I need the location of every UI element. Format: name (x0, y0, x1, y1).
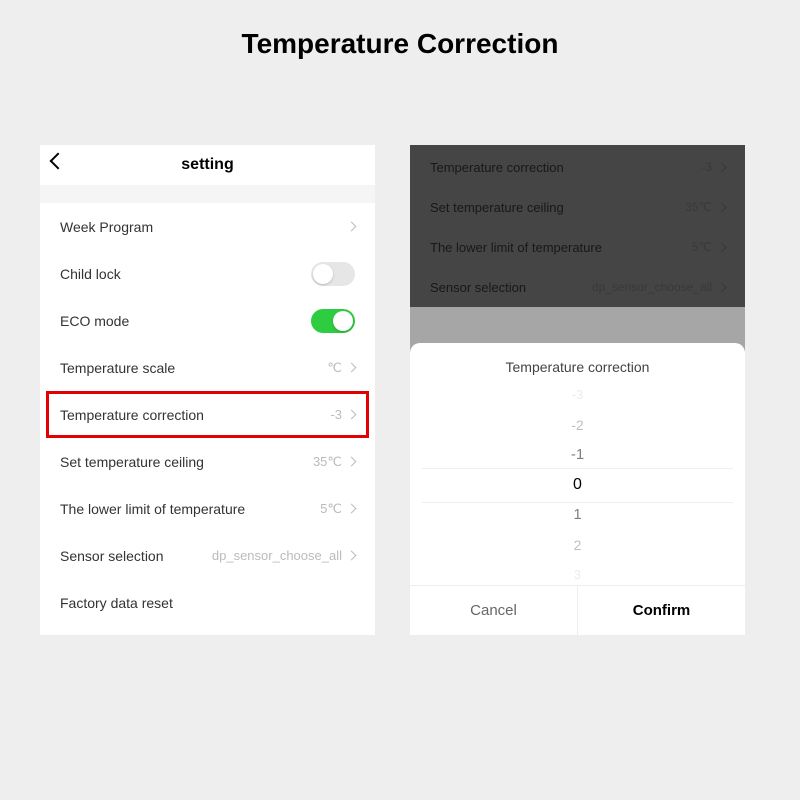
label-factory-reset: Factory data reset (60, 595, 355, 611)
label-temperature-scale: Temperature scale (60, 360, 327, 376)
row-week-program[interactable]: Week Program (40, 203, 375, 250)
section-separator (40, 185, 375, 203)
settings-list: Week Program Child lock ECO mode Tempera… (40, 203, 375, 626)
label-lower-limit: The lower limit of temperature (60, 501, 320, 517)
row-child-lock[interactable]: Child lock (40, 250, 375, 297)
picker-sheet: Temperature correction -3 -2 -1 0 1 2 3 … (410, 343, 745, 635)
picker-option[interactable]: -2 (571, 410, 583, 440)
toggle-child-lock[interactable] (311, 262, 355, 286)
row-lower-limit[interactable]: The lower limit of temperature 5℃ (40, 485, 375, 532)
toggle-eco-mode[interactable] (311, 309, 355, 333)
chevron-right-icon (347, 222, 357, 232)
value-temperature-scale: ℃ (327, 360, 342, 376)
picker-option-selected[interactable]: 0 (573, 470, 582, 500)
chevron-right-icon (347, 504, 357, 514)
value-lower-limit: 5℃ (320, 501, 342, 517)
label-temperature-correction: Temperature correction (60, 407, 330, 423)
picker-option[interactable]: 1 (573, 500, 581, 530)
value-temperature-ceiling: 35℃ (313, 454, 342, 470)
row-eco-mode[interactable]: ECO mode (40, 297, 375, 344)
value-sensor-selection: dp_sensor_choose_all (212, 548, 342, 563)
confirm-button[interactable]: Confirm (578, 586, 745, 635)
nav-title: setting (40, 156, 375, 174)
toggle-knob (333, 311, 353, 331)
chevron-right-icon (347, 410, 357, 420)
settings-screen: setting Week Program Child lock ECO mode… (40, 145, 375, 635)
sheet-buttons: Cancel Confirm (410, 585, 745, 635)
nav-bar: setting (40, 145, 375, 185)
value-picker[interactable]: -3 -2 -1 0 1 2 3 (410, 385, 745, 585)
chevron-right-icon (347, 457, 357, 467)
row-temperature-ceiling[interactable]: Set temperature ceiling 35℃ (40, 438, 375, 485)
label-eco-mode: ECO mode (60, 313, 311, 329)
row-sensor-selection[interactable]: Sensor selection dp_sensor_choose_all (40, 532, 375, 579)
chevron-right-icon (347, 551, 357, 561)
toggle-knob (313, 264, 333, 284)
label-sensor-selection: Sensor selection (60, 548, 212, 564)
picker-option[interactable]: 2 (574, 530, 582, 560)
row-factory-reset[interactable]: Factory data reset (40, 579, 375, 626)
picker-option[interactable]: -1 (571, 440, 584, 470)
picker-option[interactable]: -3 (572, 385, 584, 410)
picker-screen: Temperature correction -3 Set temperatur… (410, 145, 745, 635)
label-week-program: Week Program (60, 219, 348, 235)
label-temperature-ceiling: Set temperature ceiling (60, 454, 313, 470)
value-temperature-correction: -3 (330, 407, 342, 422)
picker-option[interactable]: 3 (574, 560, 581, 585)
label-child-lock: Child lock (60, 266, 311, 282)
row-temperature-scale[interactable]: Temperature scale ℃ (40, 344, 375, 391)
cancel-button[interactable]: Cancel (410, 586, 578, 635)
page-title: Temperature Correction (0, 0, 800, 60)
row-temperature-correction[interactable]: Temperature correction -3 (40, 391, 375, 438)
sheet-title: Temperature correction (410, 343, 745, 385)
chevron-right-icon (347, 363, 357, 373)
